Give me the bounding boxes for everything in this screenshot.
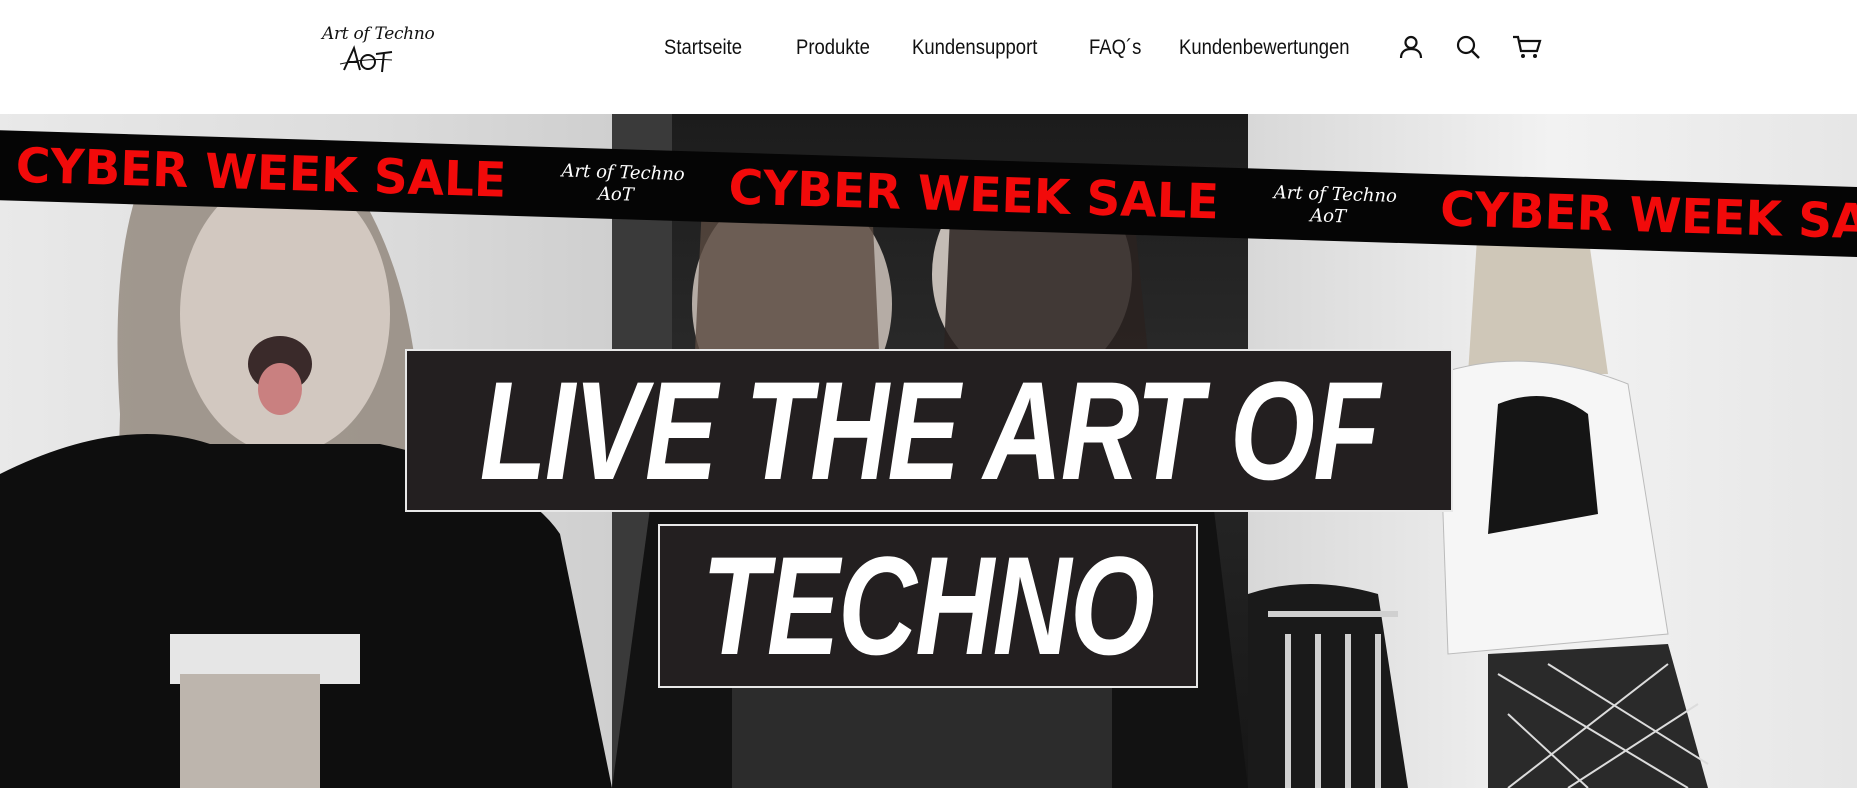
nav-item-faqs[interactable]: FAQ´s xyxy=(1089,36,1141,60)
hero-headline-line1: LIVE THE ART OF xyxy=(405,349,1453,512)
ribbon-logo-text: Art of Techno xyxy=(561,160,685,186)
cart-icon[interactable] xyxy=(1512,34,1542,60)
main-nav: Startseite Produkte Kundensupport FAQ´s … xyxy=(664,30,1359,66)
site-header: Art of Techno Startseite Produkte Kunden… xyxy=(0,0,1857,114)
hero-headline-line1-text: LIVE THE ART OF xyxy=(479,351,1380,509)
hero-headline-line2-text: TECHNO xyxy=(702,527,1155,684)
brand-logo-text: Art of Techno xyxy=(322,24,435,44)
ribbon-logo-mark: AoT xyxy=(1309,205,1347,228)
ribbon-logo-text: Art of Techno xyxy=(1273,182,1398,208)
sale-ribbon-text: CYBER WEEK SALE xyxy=(15,137,508,209)
brand-logo[interactable]: Art of Techno xyxy=(318,20,435,76)
nav-item-kundensupport[interactable]: Kundensupport xyxy=(912,36,1037,60)
hero-headline-line2: TECHNO xyxy=(658,524,1198,688)
hero-banner[interactable]: CYBER WEEK SALE Art of Techno AoT CYBER W… xyxy=(0,114,1857,788)
nav-item-kundenbewertungen[interactable]: Kundenbewertungen xyxy=(1179,36,1350,60)
ribbon-logo: Art of Techno AoT xyxy=(561,161,685,208)
sale-ribbon-text: CYBER WEEK SALE xyxy=(1439,181,1857,253)
account-icon[interactable] xyxy=(1398,34,1424,60)
brand-logo-mark-icon xyxy=(339,45,393,73)
nav-item-startseite[interactable]: Startseite xyxy=(664,36,748,60)
nav-item-produkte[interactable]: Produkte xyxy=(796,36,870,60)
ribbon-logo-mark: AoT xyxy=(597,183,635,206)
sale-ribbon-text: CYBER WEEK SALE xyxy=(727,159,1220,231)
ribbon-logo: Art of Techno AoT xyxy=(1273,183,1397,230)
search-icon[interactable] xyxy=(1455,34,1481,60)
